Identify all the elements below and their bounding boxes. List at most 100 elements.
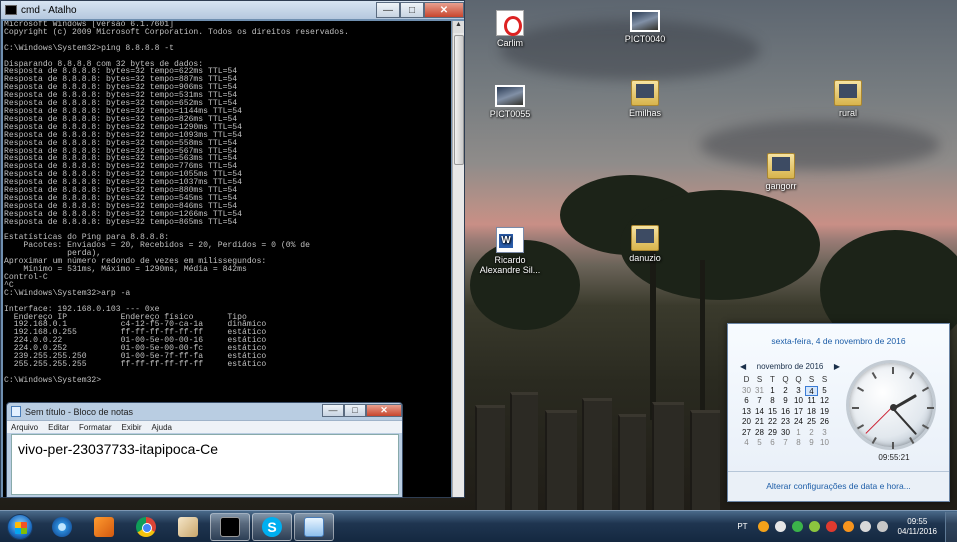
- calendar-day[interactable]: 24: [792, 417, 805, 428]
- desktop-icon-label: PICT0040: [624, 34, 666, 44]
- tray-app-icon[interactable]: [757, 521, 769, 532]
- calendar-day[interactable]: 1: [792, 428, 805, 439]
- taskbar-skype[interactable]: S: [252, 512, 292, 541]
- taskbar-media-player[interactable]: [84, 513, 124, 541]
- network-icon[interactable]: [859, 521, 871, 532]
- desktop-icon-ricardo-doc[interactable]: Ricardo Alexandre Sil...: [478, 227, 542, 275]
- calendar-day[interactable]: 30: [779, 428, 792, 439]
- calendar-day[interactable]: 31: [753, 386, 766, 397]
- taskbar-chrome[interactable]: [126, 513, 166, 541]
- calendar-day[interactable]: 22: [766, 417, 779, 428]
- desktop-icon-pict0040[interactable]: PICT0040: [613, 10, 677, 44]
- calendar-day[interactable]: 19: [818, 407, 831, 418]
- full-date-link[interactable]: sexta-feira, 4 de novembro de 2016: [728, 336, 949, 346]
- calendar-day[interactable]: 28: [753, 428, 766, 439]
- maximize-button[interactable]: □: [344, 403, 366, 417]
- calendar-day[interactable]: 26: [818, 417, 831, 428]
- desktop-icon-rural[interactable]: rural: [816, 80, 880, 118]
- month-label[interactable]: novembro de 2016: [757, 362, 824, 371]
- calendar-day[interactable]: 2: [805, 428, 818, 439]
- scroll-up-icon[interactable]: ▲: [453, 21, 464, 33]
- notepad-title: Sem título - Bloco de notas: [25, 406, 134, 417]
- show-desktop-button[interactable]: [945, 511, 957, 542]
- calendar-day[interactable]: 29: [766, 428, 779, 439]
- cmd-title: cmd - Atalho: [21, 4, 77, 16]
- menu-arquivo[interactable]: Arquivo: [11, 423, 38, 432]
- calendar-day[interactable]: 9: [805, 438, 818, 449]
- calendar-day[interactable]: 6: [766, 438, 779, 449]
- desktop-icon-carlim[interactable]: Carlim: [478, 10, 542, 48]
- notepad-titlebar[interactable]: Sem título - Bloco de notas — □ ✕: [7, 403, 402, 420]
- tray-app-icon[interactable]: [808, 521, 820, 532]
- clock-tick: [871, 436, 877, 445]
- calendar-day[interactable]: 30: [740, 386, 753, 397]
- cmd-titlebar[interactable]: cmd - Atalho — □ ✕: [1, 1, 464, 19]
- calendar-day[interactable]: 11: [805, 396, 818, 407]
- desktop-icon-gangorr[interactable]: gangorr: [749, 153, 813, 191]
- taskbar-cmd[interactable]: [210, 512, 250, 541]
- tray-app-icon[interactable]: [825, 521, 837, 532]
- calendar-day[interactable]: 20: [740, 417, 753, 428]
- desktop-icon-emilhas[interactable]: Emilhas: [613, 80, 677, 118]
- internet-explorer-icon: [52, 516, 72, 537]
- cmd-scrollbar[interactable]: ▲: [452, 21, 464, 497]
- calendar-day[interactable]: 14: [753, 407, 766, 418]
- calendar-day[interactable]: 16: [779, 407, 792, 418]
- volume-icon[interactable]: [876, 521, 888, 532]
- calendar-day[interactable]: 17: [792, 407, 805, 418]
- calendar-day[interactable]: 10: [792, 396, 805, 407]
- calendar-day[interactable]: 1: [766, 386, 779, 397]
- language-indicator[interactable]: PT: [737, 522, 747, 531]
- change-date-time-settings-link[interactable]: Alterar configurações de data e hora...: [728, 471, 949, 501]
- taskbar-paint[interactable]: [168, 513, 208, 541]
- calendar-day[interactable]: 8: [792, 438, 805, 449]
- calendar-day[interactable]: 4: [805, 385, 818, 396]
- folder-icon: [631, 225, 659, 251]
- tray-app-icon[interactable]: [842, 521, 854, 532]
- wallpaper-fence-post: [475, 405, 505, 510]
- menu-ajuda[interactable]: Ajuda: [152, 423, 172, 432]
- calendar-day[interactable]: 27: [740, 428, 753, 439]
- calendar-day[interactable]: 4: [740, 438, 753, 449]
- tray-app-icon[interactable]: [791, 521, 803, 532]
- start-button[interactable]: [0, 512, 40, 542]
- calendar-day[interactable]: 18: [805, 407, 818, 418]
- calendar-day[interactable]: 13: [740, 407, 753, 418]
- calendar-day[interactable]: 10: [818, 438, 831, 449]
- notepad-window[interactable]: Sem título - Bloco de notas — □ ✕ Arquiv…: [6, 402, 403, 498]
- prev-month-icon[interactable]: ◀: [740, 362, 746, 371]
- desktop-icon-pict0055[interactable]: PICT0055: [478, 85, 542, 119]
- calendar-day[interactable]: 12: [818, 396, 831, 407]
- calendar-day[interactable]: 21: [753, 417, 766, 428]
- calendar-day[interactable]: 5: [753, 438, 766, 449]
- close-button[interactable]: ✕: [366, 403, 402, 417]
- minimize-button[interactable]: —: [322, 403, 344, 417]
- minimize-button[interactable]: —: [376, 2, 400, 18]
- calendar-day[interactable]: 25: [805, 417, 818, 428]
- tray-show-hidden-icon[interactable]: [774, 521, 786, 532]
- taskbar-internet-explorer[interactable]: [42, 513, 82, 541]
- calendar-day[interactable]: 5: [818, 386, 831, 397]
- menu-formatar[interactable]: Formatar: [79, 423, 111, 432]
- calendar-day[interactable]: 15: [766, 407, 779, 418]
- taskbar-notepad[interactable]: [294, 512, 334, 541]
- calendar-day[interactable]: 7: [779, 438, 792, 449]
- next-month-icon[interactable]: ▶: [834, 362, 840, 371]
- calendar-day[interactable]: 9: [779, 396, 792, 407]
- menu-exibir[interactable]: Exibir: [121, 423, 141, 432]
- maximize-button[interactable]: □: [400, 2, 424, 18]
- taskbar-clock[interactable]: 09:55 04/11/2016: [898, 517, 937, 537]
- scroll-thumb[interactable]: [454, 35, 464, 165]
- calendar-day[interactable]: 2: [779, 386, 792, 397]
- calendar-day[interactable]: 6: [740, 396, 753, 407]
- calendar-day[interactable]: 3: [792, 386, 805, 397]
- desktop-icon-danuzio[interactable]: danuzio: [613, 225, 677, 263]
- notepad-text-area[interactable]: vivo-per-23037733-itapipoca-Ce: [11, 434, 399, 495]
- close-button[interactable]: ✕: [424, 2, 464, 18]
- calendar-day[interactable]: 8: [766, 396, 779, 407]
- calendar-day[interactable]: 23: [779, 417, 792, 428]
- calendar-day[interactable]: 7: [753, 396, 766, 407]
- menu-editar[interactable]: Editar: [48, 423, 69, 432]
- calendar-day[interactable]: 3: [818, 428, 831, 439]
- cmd-window-controls: — □ ✕: [376, 2, 464, 18]
